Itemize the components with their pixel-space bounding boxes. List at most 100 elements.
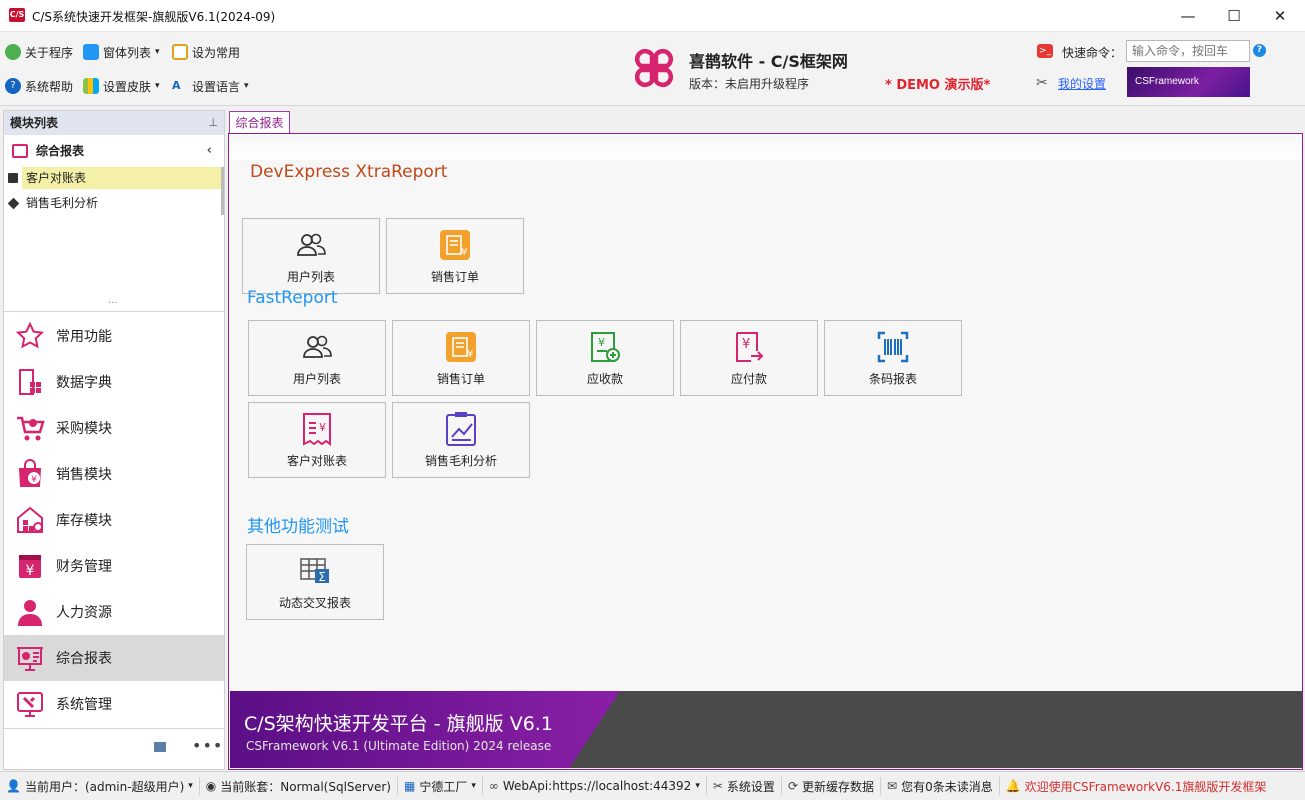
language-button[interactable]: A 设置语言 ▾ [172,75,249,97]
status-user-label: 当前用户：(admin-超级用户) [24,779,185,794]
minimize-button[interactable]: — [1165,0,1211,32]
status-messages[interactable]: ✉ 您有0条未读消息 [881,777,1000,795]
crosstab-icon: Σ [298,554,332,588]
status-settings[interactable]: ✂ 系统设置 [707,777,782,795]
tile-label: 应收款 [586,371,623,386]
command-input[interactable] [1126,40,1250,62]
command-label: 快速命令： [1062,46,1123,60]
svg-text:¥: ¥ [319,421,326,434]
tree-item-gross-profit[interactable]: 销售毛利分析 [4,192,222,214]
status-factory[interactable]: ▦ 宁德工厂 ▾ [398,777,483,795]
nav-label: 采购模块 [56,421,112,437]
status-webapi[interactable]: ∞ WebApi:https://localhost:44392 ▾ [483,777,707,795]
cube-icon [8,173,18,183]
nav-finance[interactable]: ¥ 财务管理 [4,543,224,589]
tile-label: 用户列表 [292,371,341,386]
set-common-button[interactable]: 设为常用 [172,41,240,63]
more-icon[interactable]: ••• [192,736,223,755]
tile-fr-sales-order[interactable]: ¥ 销售订单 [392,320,530,396]
tile-label: 销售订单 [430,269,479,284]
question-icon: ? [5,78,21,94]
nav-label: 数据字典 [56,375,112,391]
svg-text:¥: ¥ [26,563,35,579]
tile-label: 应付款 [730,371,767,386]
tile-fr-customer-statement[interactable]: ¥ 客户对账表 [248,402,386,478]
link-icon: ∞ [488,779,499,793]
status-welcome-label: 欢迎使用CSFrameworkV6.1旗舰版开发框架 [1024,779,1267,794]
tab-reports[interactable]: 综合报表 [229,111,290,134]
svg-text:¥: ¥ [467,349,473,360]
divider [4,728,224,729]
command-icon: >_ [1037,44,1053,58]
help-label: 系统帮助 [25,79,74,94]
skin-button[interactable]: 设置皮肤 ▾ [83,75,160,97]
status-webapi-label: WebApi:https://localhost:44392 [502,779,692,793]
divider [4,311,224,312]
tree-scrollbar[interactable] [221,167,224,215]
nav-label: 系统管理 [56,697,112,713]
tree-item-label: 客户对账表 [26,171,87,185]
nav-hr[interactable]: 人力资源 [4,589,224,635]
about-button[interactable]: 关于程序 [5,41,73,63]
maximize-button[interactable]: ☐ [1211,0,1257,32]
tile-fr-user-list[interactable]: 用户列表 [248,320,386,396]
clipboard-icon [172,44,188,60]
statement-icon: ¥ [300,412,334,446]
tools-icon: ✂ [712,779,723,793]
tree-item-customer-statement[interactable]: 客户对账表 [22,167,222,189]
section-title-fastreport: FastReport [247,288,338,308]
status-account[interactable]: ◉ 当前账套：Normal(SqlServer) [200,777,398,795]
my-settings-link[interactable]: 我的设置 [1058,75,1106,92]
app-icon: C/S [9,8,25,22]
group-header[interactable]: 综合报表 ‹ [4,139,224,163]
cube-icon [7,197,20,210]
svg-text:¥: ¥ [461,247,467,258]
splitter-handle[interactable]: ... [108,295,118,306]
windows-tile-icon[interactable] [154,742,166,752]
about-icon [5,44,21,60]
help-button[interactable]: ? 系统帮助 [5,75,73,97]
chevron-left-icon[interactable]: ‹ [207,139,212,163]
tile-fr-gross-profit[interactable]: 销售毛利分析 [392,402,530,478]
users-icon [300,330,334,364]
nav-reports[interactable]: 综合报表 [4,635,224,681]
status-refresh[interactable]: ⟳ 更新缓存数据 [782,777,882,795]
close-button[interactable]: ✕ [1257,0,1303,32]
nav-dictionary[interactable]: 数据字典 [4,359,224,405]
tile-fr-barcode[interactable]: 条码报表 [824,320,962,396]
window-list-button[interactable]: 窗体列表 ▾ [83,41,160,63]
nav-common[interactable]: 常用功能 [4,313,224,359]
nav-label: 常用功能 [56,329,112,345]
group-title: 综合报表 [36,144,85,158]
footer-banner: C/S架构快速开发平台 - 旗舰版 V6.1 CSFramework V6.1 … [230,691,1302,768]
tile-label: 条码报表 [868,371,917,386]
status-factory-label: 宁德工厂 [419,779,468,794]
barcode-icon [876,330,910,364]
system-tools-icon [14,688,46,720]
language-icon: A [172,79,181,92]
tile-dx-sales-order[interactable]: ¥ 销售订单 [386,218,524,294]
tools-icon: ✂ [1036,75,1048,91]
pin-icon[interactable]: ⊥ [208,116,218,129]
footer-title: C/S架构快速开发平台 - 旗舰版 V6.1 [244,713,553,735]
nav-inventory[interactable]: 库存模块 [4,497,224,543]
nav-system[interactable]: 系统管理 [4,681,224,727]
tile-dx-user-list[interactable]: 用户列表 [242,218,380,294]
tile-dynamic-crosstab[interactable]: Σ 动态交叉报表 [246,544,384,620]
nav-purchase[interactable]: 采购模块 [4,405,224,451]
status-user[interactable]: 👤 当前用户：(admin-超级用户) ▾ [0,777,200,795]
warehouse-icon [14,504,46,536]
language-label: 设置语言 [192,79,241,94]
tile-label: 用户列表 [286,269,335,284]
nav-sales[interactable]: ¥ 销售模块 [4,451,224,497]
command-help-icon[interactable]: ? [1253,44,1266,57]
status-account-label: 当前账套：Normal(SqlServer) [220,779,391,794]
profit-chart-icon [444,411,478,446]
section-title-other: 其他功能测试 [247,517,349,537]
tile-fr-receivable[interactable]: ¥ 应收款 [536,320,674,396]
tile-fr-payable[interactable]: ¥ 应付款 [680,320,818,396]
skin-label: 设置皮肤 [103,79,152,94]
svg-text:¥: ¥ [598,336,605,349]
person-icon [14,596,46,628]
status-refresh-label: 更新缓存数据 [802,779,875,794]
